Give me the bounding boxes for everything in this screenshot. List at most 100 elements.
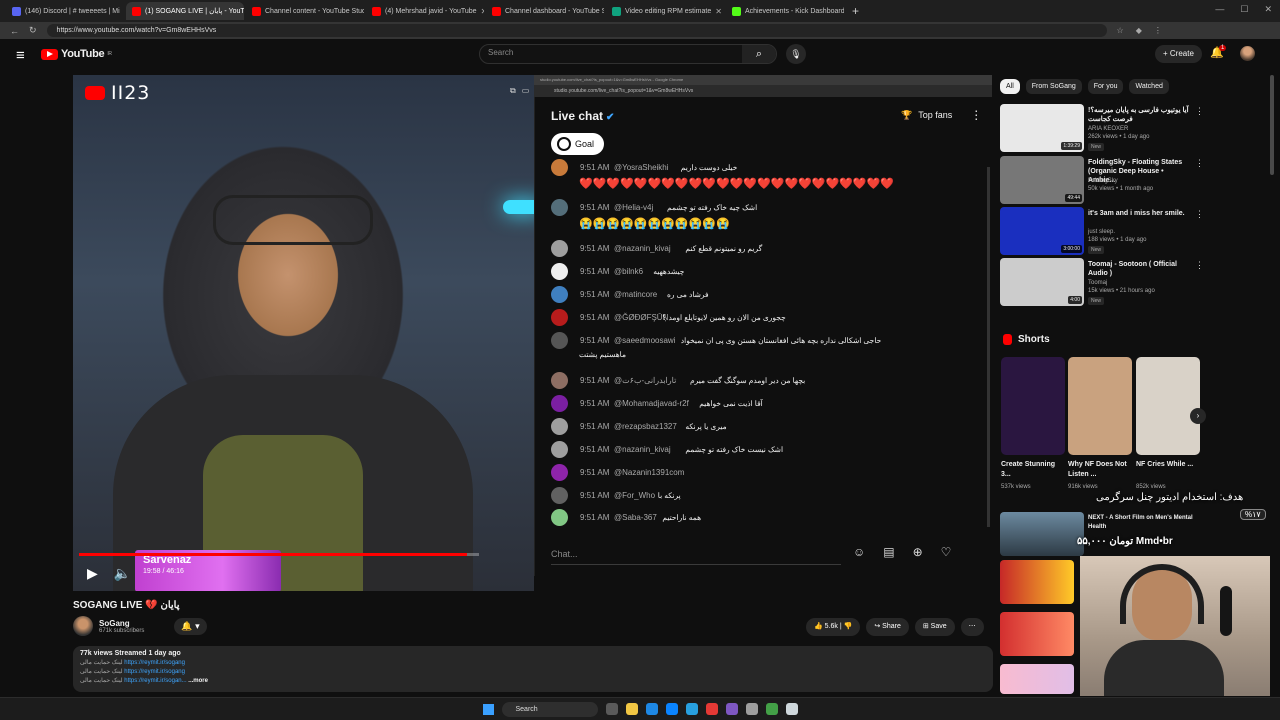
menu-hamburger-icon[interactable]: ≡ [16,47,25,64]
voice-search-button[interactable]: 🎙 [786,44,806,64]
telegram-icon[interactable] [685,703,698,715]
settings-icon[interactable] [745,703,758,715]
chat-username[interactable]: @ĞØĐØFŞŪŅ [614,313,668,322]
chat-username[interactable]: @bilnk6 [614,267,643,276]
chat-username[interactable]: @تارابدرانی-ب۶ت [614,376,676,385]
desc-link[interactable]: https://reymit.ir/sogang [124,660,185,666]
reload-icon[interactable]: ↻ [29,25,37,36]
chat-avatar[interactable] [551,263,568,280]
recommended-video[interactable]: 4:00 Toomaj - Sootoon ( Official Audio ) T… [1000,258,1205,306]
rec-thumbnail-6[interactable] [1000,612,1074,656]
desc-link[interactable]: https://reymit.ir/sogang [124,669,185,675]
video-thumbnail[interactable]: 3:00:00 [1000,207,1084,255]
rec-channel[interactable]: ARIA KEOXER [1088,126,1128,132]
video-player[interactable]: II23 Sarvenaz 19:58 / 46:16 ▶ 🔈 [73,75,534,591]
chat-avatar[interactable] [551,159,568,176]
chat-menu-icon[interactable]: ⋮ [970,108,982,122]
rec-menu-icon[interactable]: ⋮ [1195,106,1204,117]
save-button[interactable]: ⊞ Save [914,618,955,636]
share-button[interactable]: ↪ Share [866,618,909,636]
browser-tab[interactable]: (4) Mehrshad javid - YouTube ✕ [366,2,484,20]
browser-tab[interactable]: (146) Discord | # tweeeets | Mi✕ [6,2,124,20]
description-box[interactable]: 77k views Streamed 1 day ago لینک حمایت … [73,646,993,692]
filter-chip[interactable]: All [1000,79,1020,94]
search-input[interactable] [488,48,738,57]
chat-avatar[interactable] [551,509,568,526]
page-scrollbar[interactable] [1270,75,1274,175]
rec-thumbnail-7[interactable] [1000,664,1074,694]
top-fans-selector[interactable]: 🏆 Top fans ⋮ [901,108,982,122]
chat-avatar[interactable] [551,395,568,412]
url-field[interactable]: https://www.youtube.com/watch?v=Gm8wEHHs… [46,24,1107,37]
chat-username[interactable]: @For_Who [614,491,655,500]
youtube-logo[interactable]: YouTube IR [41,48,112,60]
browser-tab[interactable]: Channel content - YouTube Studio✕ [246,2,364,20]
video-thumbnail[interactable]: 4:00 [1000,258,1084,306]
chat-username[interactable]: @Mohamadjavad-r2f [614,399,689,408]
filter-chip[interactable]: From SoGang [1025,79,1082,94]
short-thumbnail[interactable] [1001,357,1065,455]
short-thumbnail[interactable] [1068,357,1132,455]
task-view-icon[interactable] [605,703,618,715]
chrome-icon[interactable] [705,703,718,715]
video-progress-bar[interactable] [79,553,479,556]
new-tab-button[interactable]: + [846,4,865,18]
rec-channel[interactable]: just sleep. [1088,229,1115,235]
recommended-video[interactable]: 3:00:00 it's 3am and i miss her smile. jus… [1000,207,1205,255]
recommended-video[interactable]: 1:39:29 آیا یوتیوب فارسی به پایان میرسه؟!… [1000,104,1205,152]
goal-button[interactable]: Goal [551,133,605,155]
maximize-icon[interactable]: ☐ [1240,4,1248,15]
chat-username[interactable]: @nazanin_kivaj [614,244,671,253]
chat-avatar[interactable] [551,309,568,326]
filter-chip[interactable]: For you [1087,79,1124,94]
chat-avatar[interactable] [551,487,568,504]
rec-title[interactable]: Toomaj - Sootoon ( Official Audio ) [1088,260,1192,278]
chat-avatar[interactable] [551,332,568,349]
short-title[interactable]: NF Cries While ... [1136,460,1196,470]
taskbar-search[interactable]: Search [501,701,598,717]
windows-start-icon[interactable] [482,703,494,715]
emoji-icon[interactable]: ☺ [853,545,865,559]
video-thumbnail[interactable]: 1:39:29 [1000,104,1084,152]
recommended-video[interactable]: 49:44 FoldingSky - Floating States (Organ… [1000,156,1205,204]
chat-username[interactable]: @Nazanin1391com [614,468,684,477]
like-button[interactable]: 👍 5.6k | 👎 [806,618,861,636]
create-button[interactable]: + Create [1155,45,1202,63]
rec-menu-icon[interactable]: ⋮ [1195,158,1204,169]
chat-username[interactable]: @saeedmoosawi [614,336,675,345]
heart-icon[interactable]: ♡ [941,545,952,559]
chat-username[interactable]: @Saba-367 [614,513,657,522]
notepad-icon[interactable] [785,703,798,715]
play-icon[interactable]: ▶ [87,565,98,582]
browser-tab[interactable]: Channel dashboard - YouTube Studio✕ [486,2,604,20]
short-thumbnail[interactable] [1136,357,1200,455]
chat-username[interactable]: @Helia-v4j [614,203,653,212]
browser-tab[interactable]: Achievements - Kick Dashboard✕ [726,2,844,20]
desc-link[interactable]: https://reymit.ir/sogan... [124,678,186,684]
pip-icon[interactable]: ⧉ [510,86,516,96]
channel-name[interactable]: SoGang [99,619,144,628]
rec-title[interactable]: آیا یوتیوب فارسی به پایان میرسه؟! فرصت ک… [1088,106,1192,124]
app-green-icon[interactable] [765,703,778,715]
back-icon[interactable]: ← [10,26,19,36]
rec-channel[interactable]: Toomaj [1088,280,1107,286]
video-thumbnail[interactable]: 49:44 [1000,156,1084,204]
rec-title[interactable]: it's 3am and i miss her smile. [1088,209,1192,218]
chat-avatar[interactable] [551,441,568,458]
volume-icon[interactable]: 🔈 [114,565,131,582]
filter-chip[interactable]: Watched [1129,79,1169,94]
chat-avatar[interactable] [551,418,568,435]
superchat-icon[interactable]: ⊕ [913,545,923,559]
search-button[interactable]: ⌕ [742,45,776,63]
shorts-next-button[interactable]: › [1190,408,1206,424]
more-actions-button[interactable]: ⋯ [960,618,984,636]
menu-icon[interactable]: ⋮ [1154,26,1162,35]
account-avatar[interactable] [1240,46,1255,61]
chat-username[interactable]: @nazanin_kivaj [614,445,671,454]
chat-avatar[interactable] [551,199,568,216]
rec-channel[interactable]: FoldingSky [1088,178,1118,184]
chat-username[interactable]: @matincore [614,290,657,299]
next-video-item[interactable]: NEXT - A Short Film on Men's Mental Heal… [1000,512,1270,556]
chat-username[interactable]: @rezapsbaz1327 [614,422,677,431]
chat-input[interactable]: Chat... [551,543,841,565]
